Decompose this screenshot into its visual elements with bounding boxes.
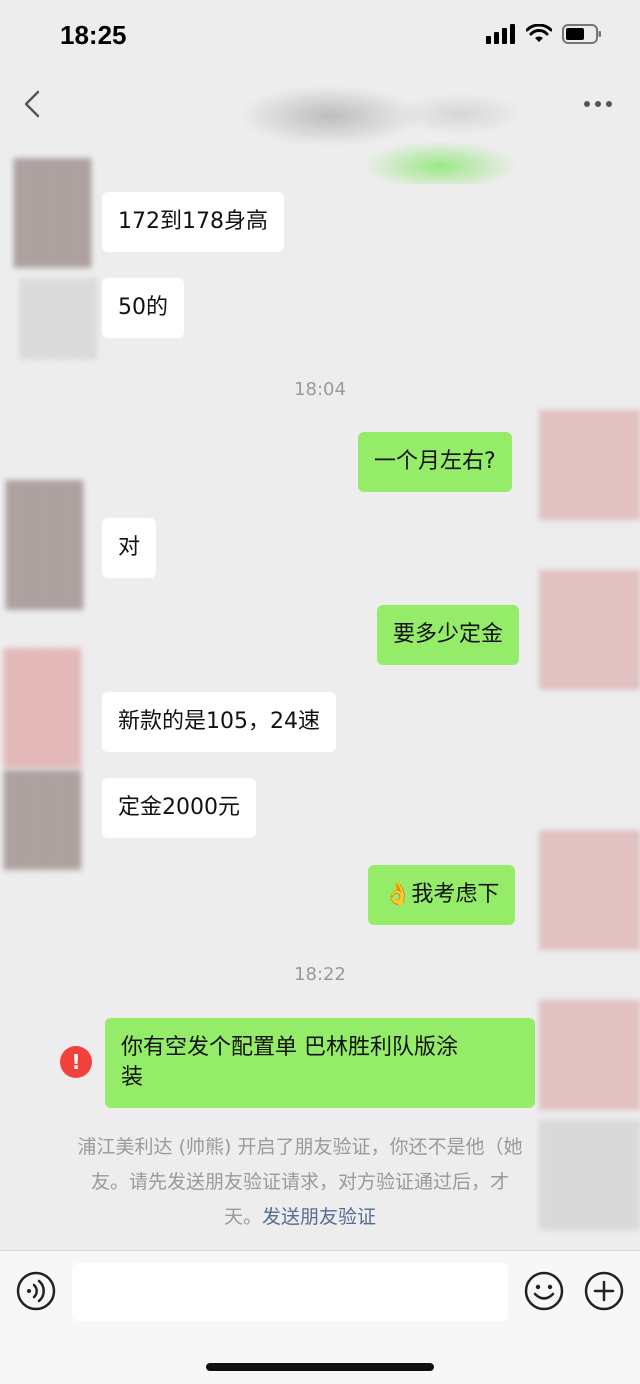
incoming-message[interactable]: 新款的是105，24速: [102, 692, 336, 752]
back-chevron-icon[interactable]: [18, 88, 48, 120]
status-bar: 18:25: [0, 0, 640, 72]
status-time: 18:25: [60, 20, 127, 50]
status-icons: [486, 24, 602, 44]
outgoing-message[interactable]: 要多少定金: [377, 605, 520, 665]
more-options-icon[interactable]: [582, 92, 614, 116]
home-indicator: [206, 1363, 434, 1371]
send-failed-icon[interactable]: !: [60, 1046, 92, 1078]
notice-line: 天。发送朋友验证: [50, 1200, 550, 1235]
contact-avatar[interactable]: [4, 648, 82, 768]
contact-avatar[interactable]: [14, 158, 92, 268]
friend-verification-notice: 浦江美利达 (帅熊) 开启了朋友验证，你还不是他（她 友。请先发送朋友验证请求，…: [50, 1130, 550, 1235]
contact-avatar[interactable]: [4, 770, 82, 870]
outgoing-message-failed[interactable]: 你有空发个配置单 巴林胜利队版涂 装: [105, 1018, 535, 1108]
send-friend-verification-link[interactable]: 发送朋友验证: [262, 1206, 376, 1228]
emoji-icon[interactable]: [524, 1271, 564, 1311]
user-avatar[interactable]: [540, 570, 640, 690]
incoming-message[interactable]: 172到178身高: [102, 192, 284, 252]
notice-line: 浦江美利达 (帅熊) 开启了朋友验证，你还不是他（她: [77, 1136, 523, 1158]
message-line: 你有空发个配置单 巴林胜利队版涂: [121, 1035, 458, 1060]
notice-line: 友。请先发送朋友验证请求，对方验证通过后，才: [90, 1171, 509, 1193]
user-avatar[interactable]: [540, 830, 640, 950]
voice-input-icon[interactable]: [16, 1271, 56, 1311]
contact-avatar[interactable]: [20, 278, 98, 360]
outgoing-message[interactable]: 👌我考虑下: [368, 865, 516, 925]
notice-line-text: 天。: [223, 1206, 262, 1228]
user-avatar[interactable]: [540, 410, 640, 520]
message-timestamp: 18:22: [294, 964, 346, 985]
more-plus-icon[interactable]: [584, 1271, 624, 1311]
incoming-message[interactable]: 定金2000元: [102, 778, 256, 838]
contact-avatar[interactable]: [6, 480, 84, 610]
cellular-signal-icon: [486, 24, 515, 44]
chat-title-redacted: [210, 74, 540, 184]
message-timestamp: 18:04: [294, 379, 346, 400]
outgoing-message[interactable]: 一个月左右?: [358, 432, 512, 492]
chat-input-bar: [0, 1250, 640, 1384]
incoming-message[interactable]: 50的: [102, 278, 184, 338]
redacted-overlay: [540, 1120, 640, 1230]
message-input[interactable]: [72, 1263, 508, 1321]
user-avatar[interactable]: [540, 1000, 640, 1110]
wifi-icon: [526, 24, 552, 42]
message-line: 装: [121, 1065, 144, 1090]
incoming-message[interactable]: 对: [102, 518, 157, 578]
chat-header: [0, 72, 640, 184]
battery-icon: [562, 24, 601, 44]
